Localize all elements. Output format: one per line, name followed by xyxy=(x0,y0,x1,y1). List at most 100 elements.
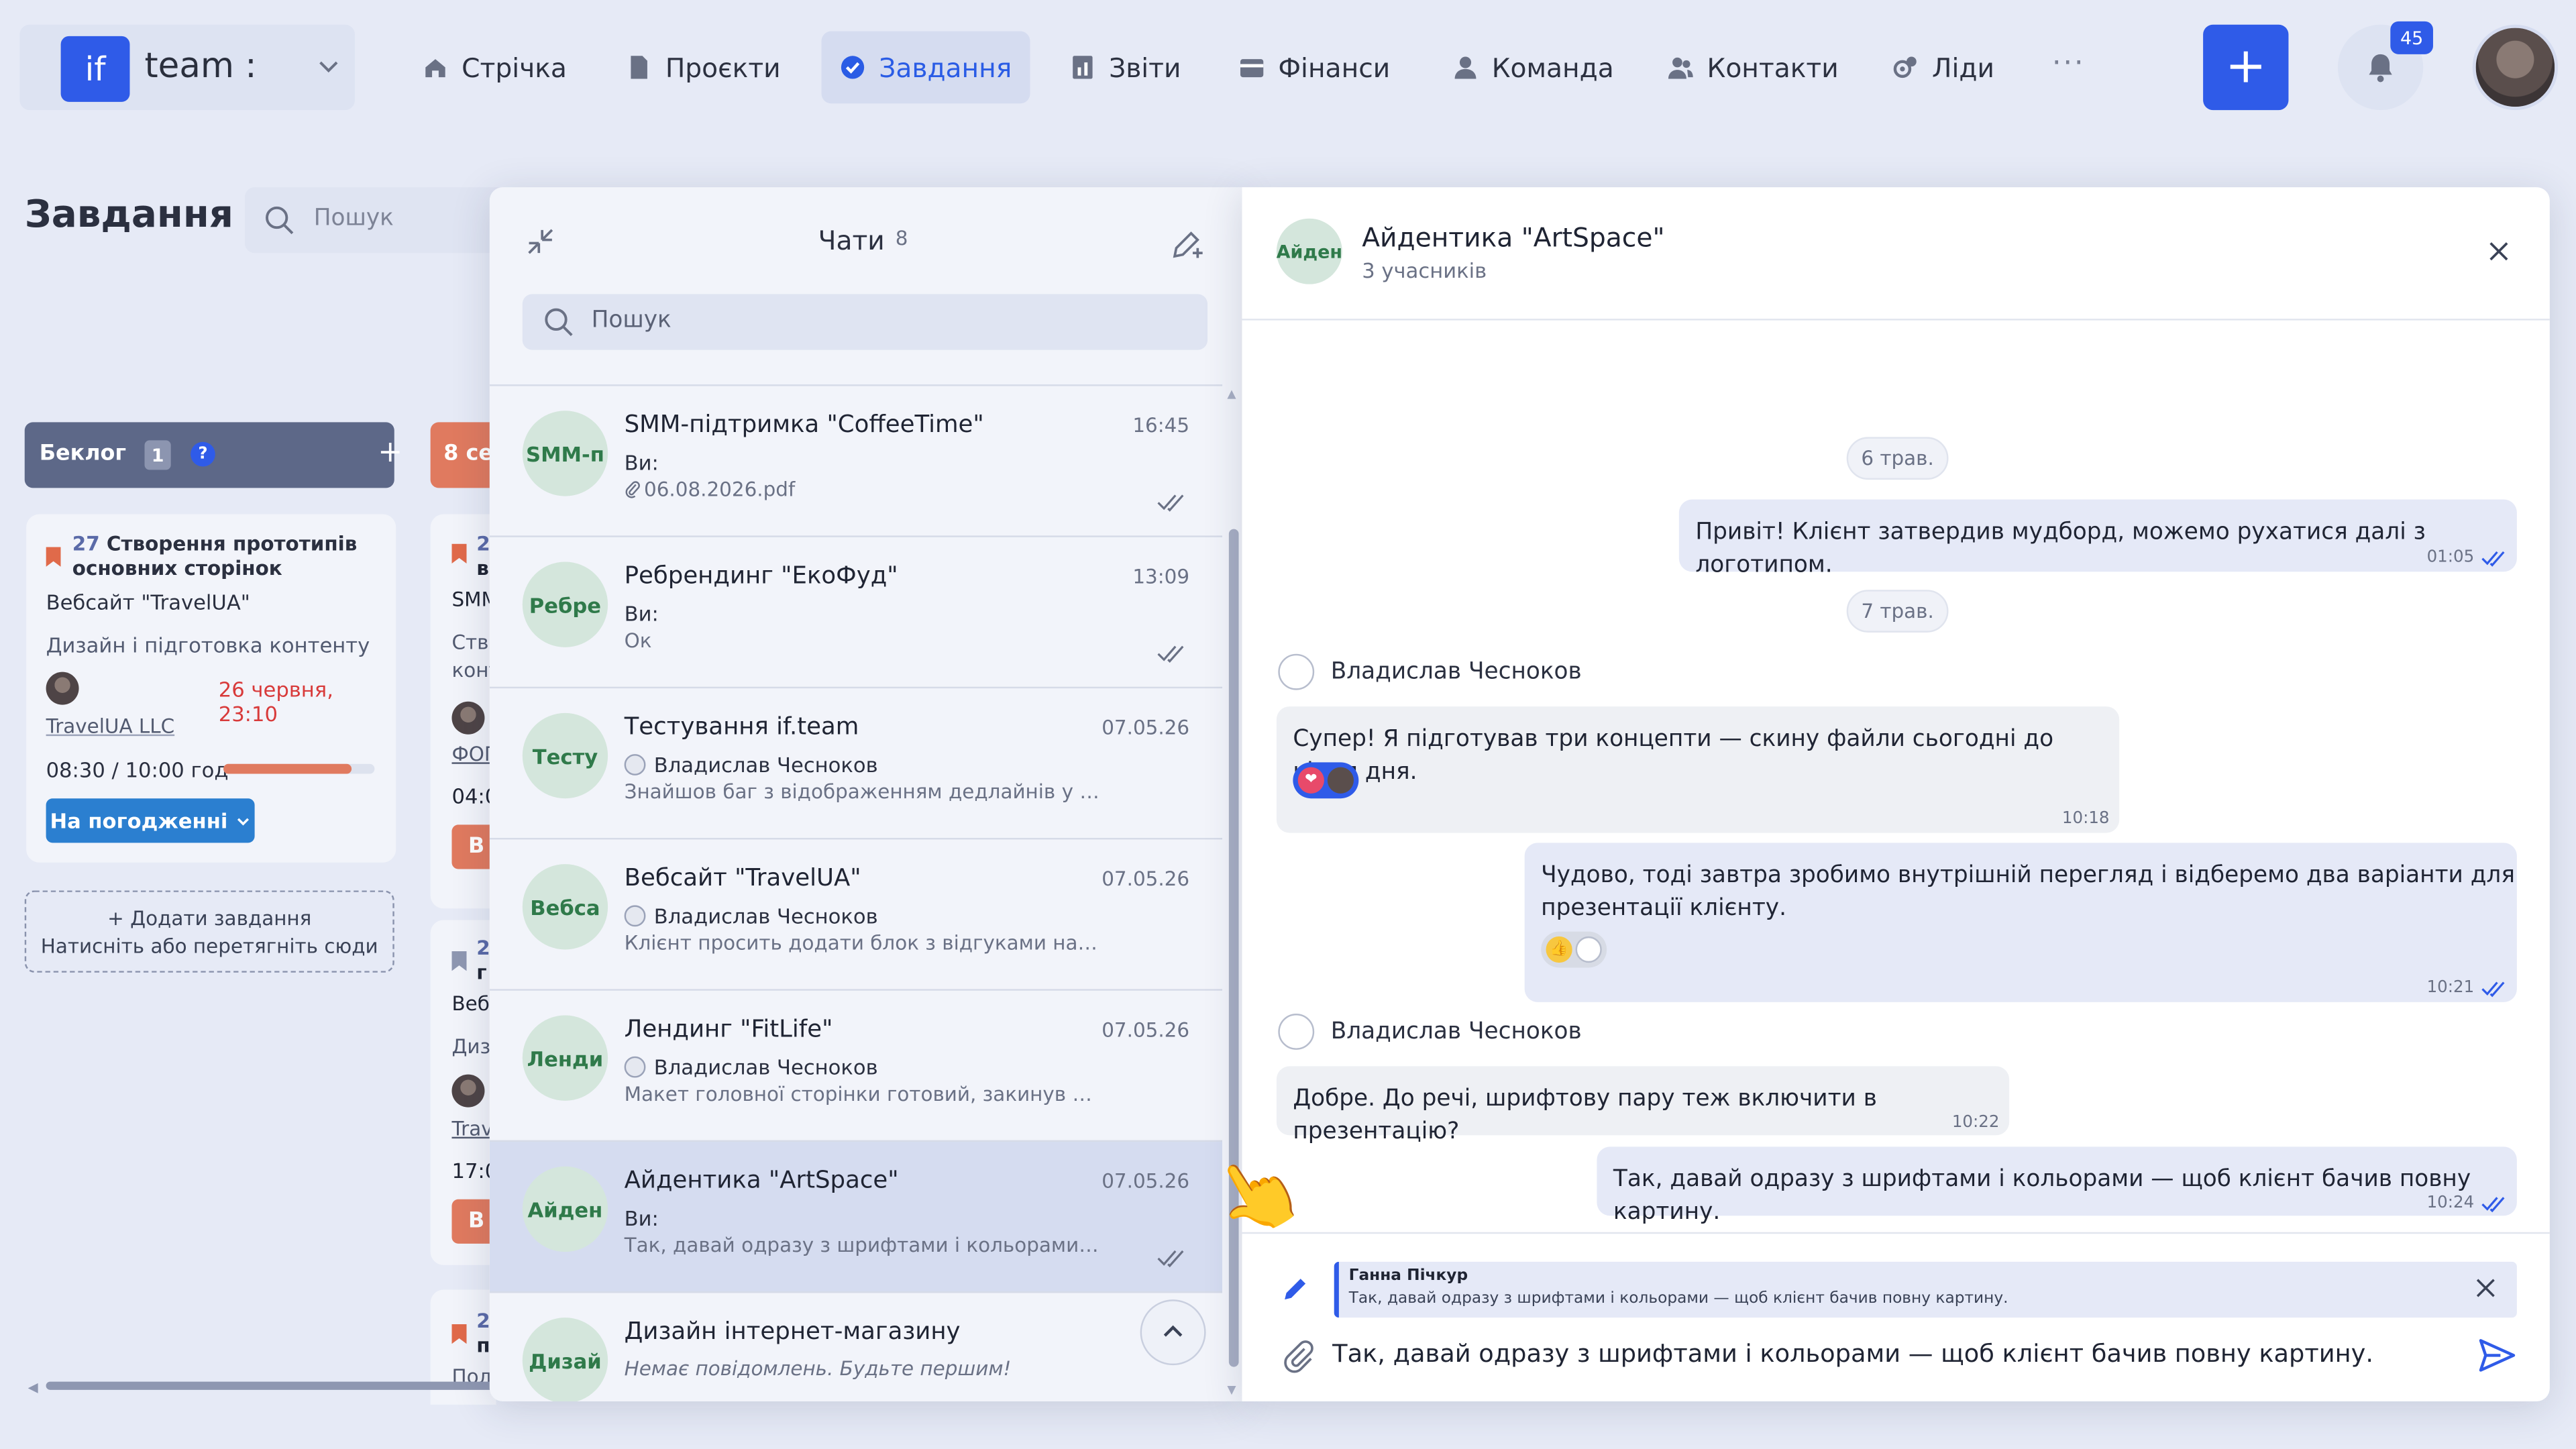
chat-last-author: Владислав Чесноков xyxy=(624,1055,878,1079)
chat-list-item[interactable]: Ленди Лендинг "FitLife" 07.05.26 Владислав … xyxy=(489,991,1223,1142)
cancel-reply-icon[interactable] xyxy=(2474,1277,2497,1299)
nav-label: Стрічка xyxy=(462,52,567,83)
chat-last-author: Владислав Чесноков xyxy=(624,752,878,777)
task-status-dropdown[interactable]: На погодженні xyxy=(46,798,255,843)
author-avatar xyxy=(624,1056,646,1078)
search-placeholder: Пошук xyxy=(313,205,394,232)
column-header-backlog: Беклог 1 ? + xyxy=(24,422,402,488)
nav-reports[interactable]: Звіти xyxy=(1051,32,1199,104)
chat-time: 07.05.26 xyxy=(1102,1169,1190,1193)
nav-label: Проєкти xyxy=(665,52,781,83)
last-message-text: Так, давай одразу з шрифтами і кольорами… xyxy=(624,1234,1101,1257)
task-client-link[interactable]: TravelUA LLC xyxy=(46,714,175,737)
chat-list-item[interactable]: Дизай Дизайн інтернет-магазину Немає повід… xyxy=(490,1293,1222,1401)
chat-list-item[interactable]: SMM-п SMM-підтримка "CoffeeTime" 16:45 Ви: 0… xyxy=(489,386,1223,537)
message-incoming[interactable]: Добре. До речі, шрифтову пару теж включи… xyxy=(1276,1066,2010,1145)
chat-avatar: Дизай xyxy=(522,1318,608,1401)
last-message-text: 06.08.2026.pdf xyxy=(644,478,796,501)
add-task-dropzone[interactable]: + Додати завдання Натисніть або перетягн… xyxy=(24,890,394,973)
status-label: В xyxy=(468,835,485,859)
attach-icon[interactable] xyxy=(1280,1337,1316,1373)
nav-contacts[interactable]: Контакти xyxy=(1650,32,1857,104)
chat-list-item[interactable]: Ребре Ребрендинг "ЕкоФуд" 13:09 Ви: Ок xyxy=(489,537,1223,689)
message-time: 10:21 xyxy=(2427,979,2508,998)
help-icon[interactable]: ? xyxy=(191,441,215,467)
more-menu-icon[interactable]: ··· xyxy=(2052,46,2085,80)
close-icon[interactable] xyxy=(2485,238,2512,264)
message-reactions[interactable]: 👍 xyxy=(1541,931,1607,968)
author-name: Владислав Чесноков xyxy=(653,1055,878,1079)
scroll-up-arrow-icon[interactable]: ▲ xyxy=(1227,388,1236,401)
add-column-task-button[interactable]: + xyxy=(378,435,402,470)
author-name: Владислав Чесноков xyxy=(653,752,878,777)
nav-team[interactable]: Команда xyxy=(1434,32,1632,104)
status-label: На погодженні xyxy=(50,808,228,833)
contacts-icon xyxy=(1668,57,1693,79)
chevron-up-icon xyxy=(1163,1325,1183,1337)
chat-time: 16:45 xyxy=(1132,414,1190,437)
collapse-icon[interactable] xyxy=(526,227,555,256)
nav-finance[interactable]: Фінанси xyxy=(1221,32,1409,104)
chat-name: Тестування if.team xyxy=(624,714,859,741)
message-outgoing[interactable]: Привіт! Клієнт затвердив мудборд, можемо… xyxy=(1678,499,2517,578)
tasks-search-input[interactable]: Пошук xyxy=(244,187,508,254)
chat-avatar: Ленди xyxy=(522,1015,608,1101)
chat-last-author: Ви: xyxy=(625,450,659,475)
divider xyxy=(1242,319,2550,321)
add-button[interactable]: + xyxy=(2203,24,2289,111)
bookmark-icon xyxy=(46,547,61,567)
last-message-text: Макет головної сторінки готовий, закинув… xyxy=(624,1082,1101,1106)
message-outgoing[interactable]: Так, давай одразу з шрифтами і кольорами… xyxy=(1597,1146,2517,1226)
nav-projects[interactable]: Проєкти xyxy=(608,32,798,104)
reply-preview: Ганна Пічкур Так, давай одразу з шрифтам… xyxy=(1334,1261,2517,1318)
horizontal-scrollbar[interactable] xyxy=(46,1381,506,1390)
double-check-icon xyxy=(1157,645,1184,663)
assignee-avatar xyxy=(451,1074,485,1108)
message-outgoing[interactable]: Чудово, тоді завтра зробимо внутрішній п… xyxy=(1524,843,2517,1002)
reactor-avatar xyxy=(1327,767,1354,794)
task-title-text: Створення прототипів основних сторінок xyxy=(72,532,358,580)
user-avatar[interactable] xyxy=(2472,24,2559,111)
task-fragment: п xyxy=(476,1334,490,1357)
document-icon xyxy=(631,56,647,79)
task-card[interactable]: 27 Створення прототипів основних сторіно… xyxy=(26,514,396,863)
scroll-left-arrow-icon[interactable]: ◀ xyxy=(28,1380,38,1395)
message-reactions[interactable]: ❤ xyxy=(1293,762,1359,799)
scroll-down-arrow-icon[interactable]: ▼ xyxy=(1227,1383,1236,1397)
attachment-icon xyxy=(625,481,640,498)
nav-label: Завдання xyxy=(879,52,1012,83)
add-task-hint: Натисніть або перетягніть сюди xyxy=(40,934,378,958)
chat-list-item[interactable]: Тесту Тестування if.team 07.05.26 Владислав… xyxy=(489,688,1223,840)
chat-last-message: Клієнт просить додати блок з відгуками н… xyxy=(625,932,1101,955)
author-avatar xyxy=(624,754,646,775)
workspace-switcher[interactable]: if team : xyxy=(19,24,355,111)
chat-time: 07.05.26 xyxy=(1102,1018,1190,1042)
task-fragment: 2 xyxy=(476,1309,490,1333)
message-text: Так, давай одразу з шрифтами і кольорами… xyxy=(1613,1166,2471,1226)
chat-list-item[interactable]: Вебса Вебсайт "TravelUA" 07.05.26 Владислав… xyxy=(489,839,1223,991)
nav-tasks[interactable]: Завдання xyxy=(821,31,1030,104)
chat-last-message: Знайшов баг з відображенням дедлайнів у … xyxy=(625,780,1101,803)
participants-count[interactable]: 3 учасників xyxy=(1362,258,1487,282)
double-check-icon xyxy=(2481,1196,2505,1212)
chat-avatar: Вебса xyxy=(522,864,608,950)
message-input[interactable]: Так, давай одразу з шрифтами і кольорами… xyxy=(1332,1339,2373,1368)
task-title: 27 Створення прототипів основних сторіно… xyxy=(72,532,381,581)
progress-fill xyxy=(223,763,352,774)
task-fragment: Диз xyxy=(451,1034,491,1059)
chat-last-message: Немає повідомлень. Будьте першим! xyxy=(625,1357,1101,1380)
chat-avatar: SMM-п xyxy=(522,411,608,496)
new-chat-icon[interactable] xyxy=(1170,225,1206,262)
sender-name: Владислав Чесноков xyxy=(1330,1018,1582,1045)
nav-leads[interactable]: Ліди xyxy=(1874,32,2012,104)
message-sender: Владислав Чесноков xyxy=(1278,1014,1582,1050)
notifications-badge: 45 xyxy=(2390,21,2433,54)
chat-list-item[interactable]: Айден Айдентика "ArtSpace" 07.05.26 Ви: Так,… xyxy=(489,1142,1223,1293)
send-icon[interactable] xyxy=(2477,1337,2517,1373)
message-incoming[interactable]: Супер! Я підготував три концепти — скину… xyxy=(1276,706,2120,833)
chat-search-input[interactable]: Пошук xyxy=(522,294,1208,350)
nav-feed[interactable]: Стрічка xyxy=(404,32,584,104)
scroll-to-top-button[interactable] xyxy=(1140,1299,1206,1366)
chat-time: 13:09 xyxy=(1132,565,1190,588)
user-icon xyxy=(1454,56,1477,79)
